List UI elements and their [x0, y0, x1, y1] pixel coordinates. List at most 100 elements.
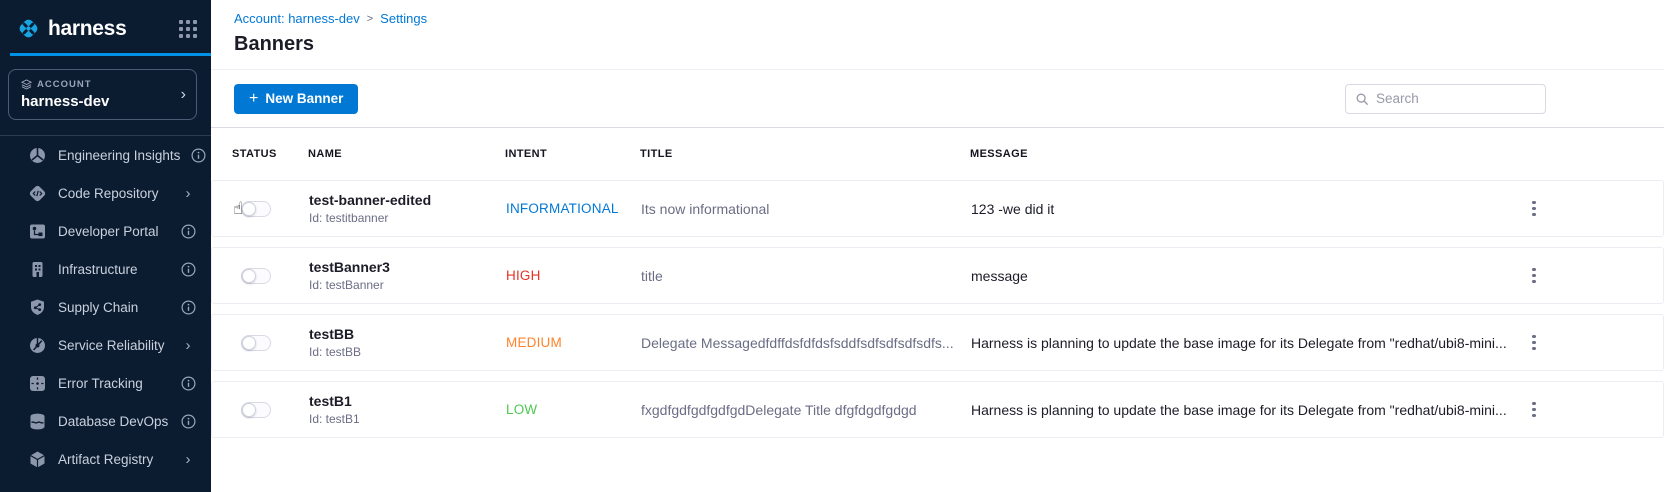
- service-reliability-icon: [28, 336, 47, 355]
- breadcrumb-account-link[interactable]: Account: harness-dev: [234, 11, 360, 26]
- column-header-title: TITLE: [640, 148, 970, 160]
- banner-title: Delegate Messagedfdffdsfdfdsfsddfsdfsdfs…: [641, 335, 971, 351]
- row-options-menu-button[interactable]: [1525, 397, 1543, 423]
- banner-status-toggle[interactable]: [241, 402, 271, 418]
- banner-status-toggle[interactable]: [241, 201, 271, 217]
- status-cell: [233, 201, 309, 217]
- menu-cell: [1525, 196, 1655, 222]
- toolbar: + New Banner: [211, 70, 1664, 128]
- chevron-right-icon[interactable]: ›: [180, 452, 196, 467]
- info-icon[interactable]: [180, 224, 196, 239]
- main-content: Account: harness-dev > Settings Banners …: [211, 0, 1664, 492]
- table-row: testB1 Id: testB1 LOW fxgdfgdfgdfgdfgdDe…: [211, 381, 1664, 438]
- banner-name: testBB: [309, 326, 506, 342]
- sidebar-item-artifact-registry[interactable]: Artifact Registry ›: [0, 440, 211, 478]
- info-icon[interactable]: [180, 376, 196, 391]
- sidebar-item-label: Infrastructure: [58, 262, 169, 277]
- banner-id: Id: testB1: [309, 412, 506, 426]
- banner-id: Id: testBanner: [309, 278, 506, 292]
- sidebar-item-infrastructure[interactable]: Infrastructure: [0, 250, 211, 288]
- info-icon[interactable]: [181, 262, 196, 277]
- info-icon[interactable]: [180, 300, 196, 315]
- name-cell[interactable]: testBB Id: testBB: [309, 326, 506, 359]
- table-header-row: STATUS NAME INTENT TITLE MESSAGE: [211, 128, 1664, 180]
- sidebar-item-label: Error Tracking: [58, 376, 169, 391]
- sidebar-item-developer-portal[interactable]: Developer Portal: [0, 212, 211, 250]
- banner-title: Its now informational: [641, 201, 971, 217]
- new-banner-button[interactable]: + New Banner: [234, 84, 358, 114]
- status-cell: [233, 402, 309, 418]
- name-cell[interactable]: testB1 Id: testB1: [309, 393, 506, 426]
- menu-cell: [1525, 330, 1655, 356]
- banner-title: title: [641, 268, 971, 284]
- row-options-menu-button[interactable]: [1525, 263, 1543, 289]
- intent-label: MEDIUM: [506, 335, 562, 350]
- harness-logo-icon: [15, 15, 42, 42]
- banner-name: test-banner-edited: [309, 192, 506, 208]
- banner-title: fxgdfgdfgdfgdfgdDelegate Title dfgfdgdfg…: [641, 402, 971, 418]
- column-header-status: STATUS: [232, 148, 308, 160]
- info-icon[interactable]: [181, 300, 196, 315]
- sidebar-item-service-reliability[interactable]: Service Reliability ›: [0, 326, 211, 364]
- sidebar-item-label: Artifact Registry: [58, 452, 169, 467]
- chevron-right-icon: ›: [181, 87, 186, 103]
- row-options-menu-button[interactable]: [1525, 196, 1543, 222]
- engineering-insights-icon: [28, 146, 47, 165]
- info-icon[interactable]: [180, 414, 196, 429]
- status-cell: [233, 335, 309, 351]
- banner-message: message: [971, 268, 1525, 284]
- sidebar-item-label: Engineering Insights: [58, 148, 180, 163]
- chevron-right-icon[interactable]: ›: [180, 186, 196, 201]
- account-selector[interactable]: ACCOUNT harness-dev ›: [8, 69, 197, 120]
- infrastructure-icon: [28, 260, 47, 279]
- intent-cell: LOW: [506, 401, 641, 419]
- sidebar-item-label: Service Reliability: [58, 338, 169, 353]
- name-cell[interactable]: testBanner3 Id: testBanner: [309, 259, 506, 292]
- sidebar-item-label: Database DevOps: [58, 414, 169, 429]
- supply-chain-icon: [28, 298, 47, 317]
- name-cell[interactable]: test-banner-edited Id: testitbanner: [309, 192, 506, 225]
- banner-message: 123 -we did it: [971, 201, 1525, 217]
- row-options-menu-button[interactable]: [1525, 330, 1543, 356]
- intent-label: INFORMATIONAL: [506, 201, 619, 216]
- sidebar-item-engineering-insights[interactable]: Engineering Insights: [0, 136, 211, 174]
- search-icon: [1355, 92, 1369, 106]
- sidebar-item-label: Supply Chain: [58, 300, 169, 315]
- chevron-right-icon[interactable]: ›: [180, 338, 196, 353]
- info-icon[interactable]: [191, 148, 206, 163]
- menu-cell: [1525, 263, 1655, 289]
- info-icon[interactable]: [181, 224, 196, 239]
- logo-row: harness: [0, 0, 211, 53]
- artifact-registry-icon: [28, 450, 47, 469]
- accent-divider: [10, 53, 211, 56]
- intent-label: LOW: [506, 402, 537, 417]
- banner-id: Id: testBB: [309, 345, 506, 359]
- info-icon[interactable]: [180, 262, 196, 277]
- banner-status-toggle[interactable]: [241, 335, 271, 351]
- breadcrumb-separator: >: [367, 13, 373, 25]
- banner-status-toggle[interactable]: [241, 268, 271, 284]
- app-launcher-grid-icon[interactable]: [179, 20, 197, 38]
- breadcrumb-settings-link[interactable]: Settings: [380, 11, 427, 26]
- sidebar-item-supply-chain[interactable]: Supply Chain: [0, 288, 211, 326]
- sidebar-item-label: Developer Portal: [58, 224, 169, 239]
- account-layers-icon: [21, 79, 32, 90]
- account-name: harness-dev: [21, 93, 181, 110]
- sidebar-item-database-devops[interactable]: Database DevOps: [0, 402, 211, 440]
- sidebar-item-code-repository[interactable]: Code Repository ›: [0, 174, 211, 212]
- sidebar-item-error-tracking[interactable]: Error Tracking: [0, 364, 211, 402]
- search-input[interactable]: [1376, 91, 1536, 106]
- logo-text: harness: [48, 17, 126, 41]
- app-window: harness ACCOUNT harness-dev ›: [0, 0, 1664, 492]
- info-icon[interactable]: [191, 148, 206, 163]
- info-icon[interactable]: [181, 414, 196, 429]
- new-banner-button-label: New Banner: [265, 91, 343, 106]
- plus-icon: +: [249, 91, 258, 107]
- table-row: testBB Id: testBB MEDIUM Delegate Messag…: [211, 314, 1664, 371]
- column-header-message: MESSAGE: [970, 148, 1526, 160]
- breadcrumb: Account: harness-dev > Settings: [234, 11, 1664, 26]
- table-row: test-banner-edited Id: testitbanner INFO…: [211, 180, 1664, 237]
- info-icon[interactable]: [181, 376, 196, 391]
- sidebar: harness ACCOUNT harness-dev ›: [0, 0, 211, 492]
- banner-id: Id: testitbanner: [309, 211, 506, 225]
